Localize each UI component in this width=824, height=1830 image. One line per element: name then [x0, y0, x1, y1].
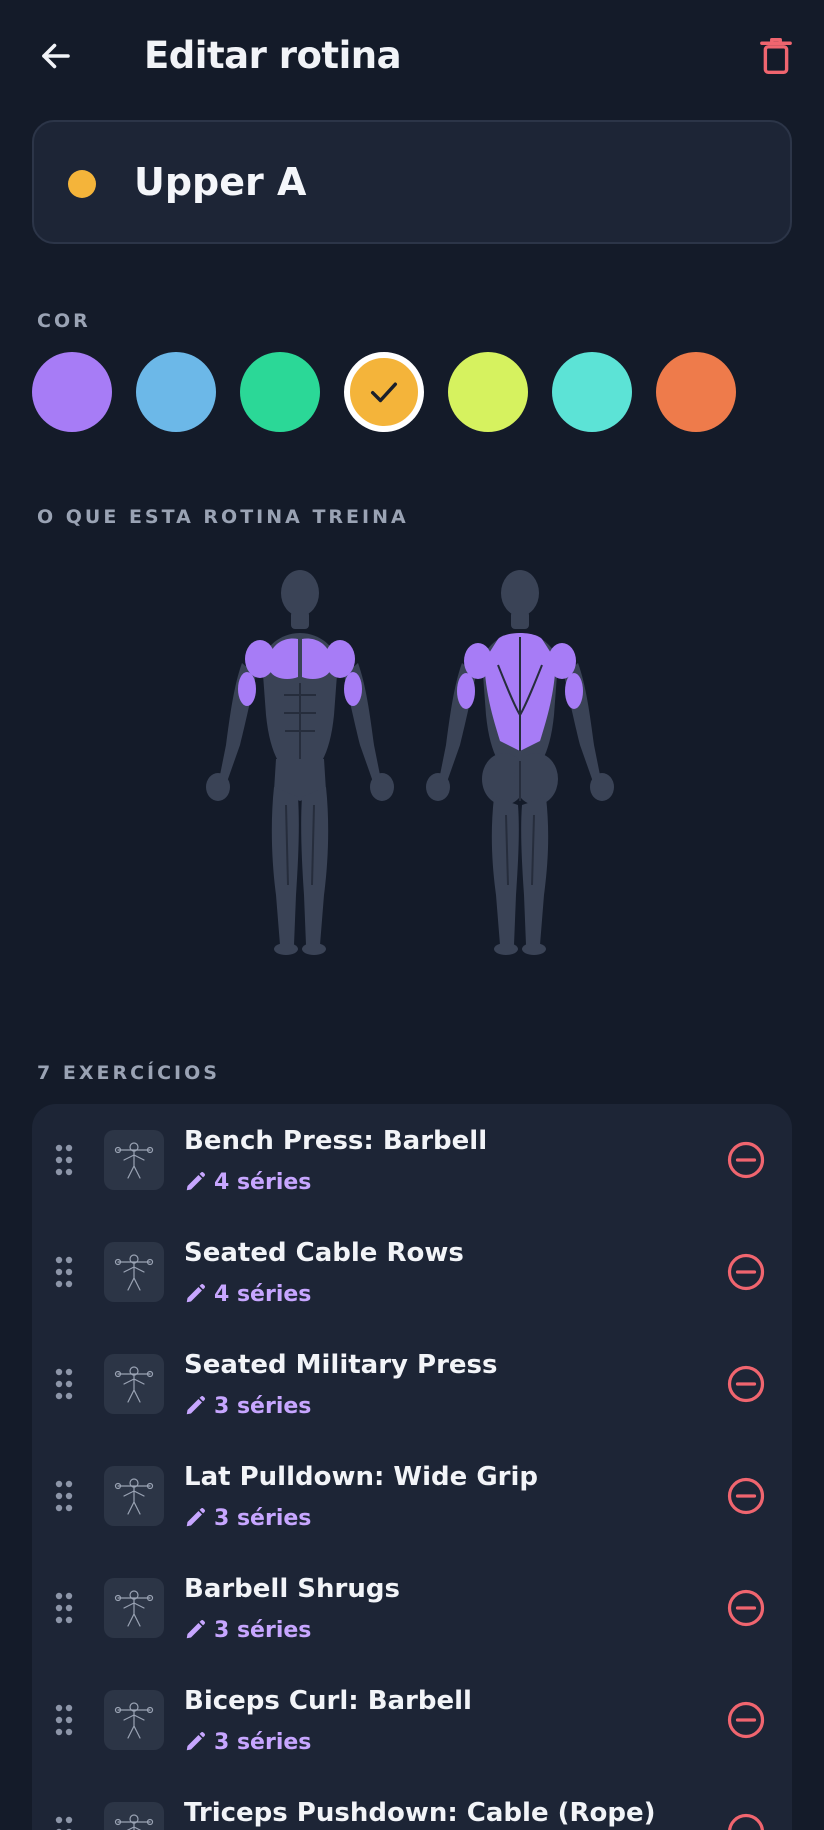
- exercise-name: Seated Cable Rows: [184, 1238, 464, 1268]
- remove-exercise-button[interactable]: [724, 1698, 768, 1742]
- app-header: Editar rotina: [0, 0, 824, 112]
- exercise-figure-icon: [114, 1814, 154, 1830]
- pencil-icon: [186, 1731, 206, 1751]
- edit-sets-button[interactable]: 3 séries: [184, 1502, 311, 1534]
- color-swatch[interactable]: [344, 352, 424, 432]
- muscles-section-label: O QUE ESTA ROTINA TREINA: [37, 506, 409, 528]
- exercise-thumbnail: [104, 1690, 164, 1750]
- minus-circle-icon: [727, 1253, 765, 1291]
- routine-name-card: [32, 120, 792, 244]
- exercise-figure-icon: [114, 1590, 154, 1627]
- exercise-name: Seated Military Press: [184, 1350, 498, 1380]
- exercise-sets: 4 séries: [214, 1281, 312, 1307]
- exercise-thumbnail: [104, 1354, 164, 1414]
- exercise-thumbnail: [104, 1242, 164, 1302]
- exercise-name: Barbell Shrugs: [184, 1574, 400, 1604]
- exercise-row[interactable]: Seated Cable Rows 4 séries: [32, 1216, 792, 1328]
- drag-handle-icon[interactable]: [54, 1476, 74, 1516]
- exercise-figure-icon: [114, 1142, 154, 1179]
- edit-sets-button[interactable]: 4 séries: [184, 1166, 311, 1198]
- pencil-icon: [186, 1507, 206, 1527]
- drag-handle-icon[interactable]: [54, 1588, 74, 1628]
- remove-exercise-button[interactable]: [724, 1586, 768, 1630]
- exercise-list: Bench Press: Barbell 4 séries Seated Cable…: [32, 1104, 792, 1830]
- edit-sets-button[interactable]: 4 séries: [184, 1278, 311, 1310]
- color-section-label: COR: [37, 310, 91, 332]
- remove-exercise-button[interactable]: [724, 1810, 768, 1830]
- color-swatch[interactable]: [552, 352, 632, 432]
- trash-icon: [760, 38, 792, 74]
- exercise-sets: 3 séries: [214, 1617, 312, 1643]
- color-swatch[interactable]: [240, 352, 320, 432]
- body-front-figure: [206, 570, 394, 955]
- remove-exercise-button[interactable]: [724, 1138, 768, 1182]
- exercise-sets: 3 séries: [214, 1729, 312, 1755]
- edit-sets-button[interactable]: 3 séries: [184, 1390, 311, 1422]
- remove-exercise-button[interactable]: [724, 1250, 768, 1294]
- color-picker: [32, 352, 792, 432]
- drag-handle-icon[interactable]: [54, 1140, 74, 1180]
- drag-handle-icon[interactable]: [54, 1700, 74, 1740]
- exercise-sets: 3 séries: [214, 1393, 312, 1419]
- exercise-name: Bench Press: Barbell: [184, 1126, 488, 1156]
- check-icon: [370, 382, 398, 403]
- minus-circle-icon: [728, 1813, 764, 1830]
- color-swatch[interactable]: [136, 352, 216, 432]
- exercise-row[interactable]: Seated Military Press 3 séries: [32, 1328, 792, 1440]
- delete-routine-button[interactable]: [754, 34, 798, 78]
- body-back-figure: [426, 570, 614, 955]
- pencil-icon: [186, 1283, 206, 1303]
- color-swatch[interactable]: [32, 352, 112, 432]
- minus-circle-icon: [727, 1589, 765, 1627]
- arrow-left-icon: [42, 43, 70, 69]
- exercise-name: Lat Pulldown: Wide Grip: [184, 1462, 539, 1492]
- muscle-map: [190, 565, 630, 965]
- exercise-sets: 4 séries: [214, 1169, 312, 1195]
- edit-sets-button[interactable]: 3 séries: [184, 1726, 311, 1758]
- remove-exercise-button[interactable]: [724, 1474, 768, 1518]
- routine-color-dot: [68, 170, 96, 198]
- remove-exercise-button[interactable]: [724, 1362, 768, 1406]
- pencil-icon: [186, 1395, 206, 1415]
- exercise-row[interactable]: Biceps Curl: Barbell 3 séries: [32, 1664, 792, 1776]
- pencil-icon: [186, 1171, 206, 1191]
- exercise-row[interactable]: Bench Press: Barbell 4 séries: [32, 1104, 792, 1216]
- drag-handle-icon[interactable]: [54, 1812, 74, 1830]
- exercise-thumbnail: [104, 1466, 164, 1526]
- pencil-icon: [186, 1619, 206, 1639]
- minus-circle-icon: [727, 1141, 765, 1179]
- exercise-row[interactable]: Barbell Shrugs 3 séries: [32, 1552, 792, 1664]
- edit-sets-button[interactable]: 3 séries: [184, 1614, 311, 1646]
- exercise-row[interactable]: Lat Pulldown: Wide Grip 3 séries: [32, 1440, 792, 1552]
- exercise-sets: 3 séries: [214, 1505, 312, 1531]
- color-swatch[interactable]: [656, 352, 736, 432]
- back-button[interactable]: [34, 34, 78, 78]
- exercise-figure-icon: [114, 1366, 154, 1403]
- exercise-name: Biceps Curl: Barbell: [184, 1686, 472, 1716]
- exercise-thumbnail: [104, 1130, 164, 1190]
- drag-handle-icon[interactable]: [54, 1252, 74, 1292]
- routine-name-input[interactable]: [134, 150, 734, 214]
- exercise-name: Triceps Pushdown: Cable (Rope): [184, 1798, 656, 1828]
- minus-circle-icon: [727, 1365, 765, 1403]
- exercise-thumbnail: [104, 1802, 164, 1830]
- exercises-section-label: 7 EXERCÍCIOS: [37, 1062, 220, 1084]
- page-title: Editar rotina: [144, 34, 402, 77]
- exercise-figure-icon: [114, 1254, 154, 1291]
- minus-circle-icon: [727, 1477, 765, 1515]
- exercise-figure-icon: [114, 1702, 154, 1739]
- color-swatch[interactable]: [448, 352, 528, 432]
- drag-handle-icon[interactable]: [54, 1364, 74, 1404]
- exercise-row[interactable]: Triceps Pushdown: Cable (Rope)3 séries: [32, 1776, 792, 1830]
- minus-circle-icon: [727, 1701, 765, 1739]
- exercise-figure-icon: [114, 1478, 154, 1515]
- exercise-thumbnail: [104, 1578, 164, 1638]
